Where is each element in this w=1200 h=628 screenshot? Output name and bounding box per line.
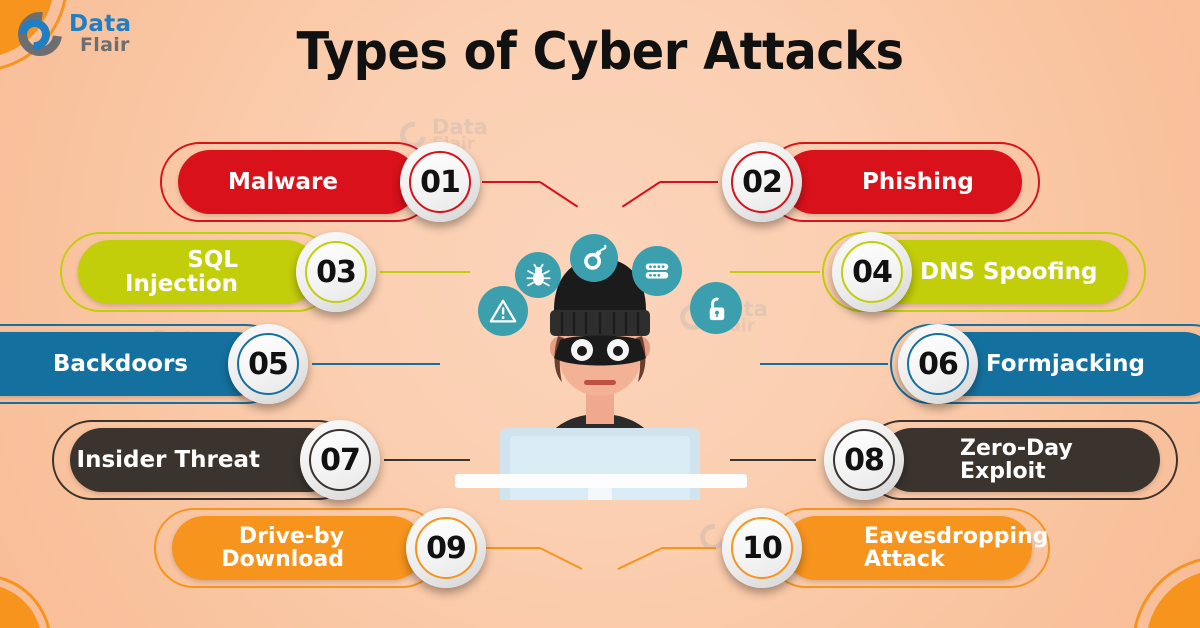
attack-number: 09 bbox=[415, 517, 477, 579]
attack-item-10[interactable]: Eavesdropping Attack 10 bbox=[0, 508, 1200, 588]
attack-pill[interactable]: Zero-Day Exploit bbox=[880, 428, 1160, 492]
attack-number: 05 bbox=[237, 333, 299, 395]
attack-item-06[interactable]: Formjacking 06 bbox=[0, 324, 1200, 404]
attack-number-badge[interactable]: 03 bbox=[296, 232, 376, 312]
connector-diagonal bbox=[617, 547, 663, 570]
attack-number-badge[interactable]: 08 bbox=[824, 420, 904, 500]
attack-number: 06 bbox=[907, 333, 969, 395]
attack-label: Phishing bbox=[862, 168, 974, 195]
attack-number-badge[interactable]: 06 bbox=[898, 324, 978, 404]
attack-number: 10 bbox=[731, 517, 793, 579]
attack-label: Eavesdropping Attack bbox=[864, 523, 1049, 572]
page-title: Types of Cyber Attacks bbox=[296, 22, 904, 82]
attack-number: 01 bbox=[409, 151, 471, 213]
attack-number: 07 bbox=[309, 429, 371, 491]
attack-number: 04 bbox=[841, 241, 903, 303]
attack-number: 08 bbox=[833, 429, 895, 491]
attack-number-badge[interactable]: 09 bbox=[406, 508, 486, 588]
connector-line bbox=[760, 363, 888, 365]
attack-label: DNS Spoofing bbox=[920, 258, 1098, 285]
attack-item-08[interactable]: Zero-Day Exploit 08 bbox=[0, 420, 1200, 500]
attack-label: Formjacking bbox=[986, 350, 1145, 377]
attack-pill[interactable]: Phishing bbox=[782, 150, 1022, 214]
attack-pill[interactable]: Eavesdropping Attack bbox=[784, 516, 1048, 580]
attack-number-badge[interactable]: 10 bbox=[722, 508, 802, 588]
connector-line bbox=[660, 181, 718, 183]
connector-line bbox=[730, 271, 820, 273]
connector-line bbox=[662, 547, 716, 549]
connector-line bbox=[730, 459, 816, 461]
attack-number: 02 bbox=[731, 151, 793, 213]
attack-number-badge[interactable]: 01 bbox=[400, 142, 480, 222]
infographic-canvas: DataFlairDataFlairDataFlairDataFlairData… bbox=[0, 0, 1200, 628]
attack-label: Zero-Day Exploit bbox=[960, 435, 1073, 484]
attack-item-02[interactable]: Phishing 02 bbox=[0, 142, 1200, 222]
attack-number: 03 bbox=[305, 241, 367, 303]
attack-item-04[interactable]: DNS Spoofing 04 bbox=[0, 232, 1200, 312]
attack-number-badge[interactable]: 04 bbox=[832, 232, 912, 312]
corner-ring-bottom-left bbox=[0, 574, 52, 628]
attack-number-badge[interactable]: 02 bbox=[722, 142, 802, 222]
connector-diagonal bbox=[621, 181, 661, 208]
attack-number-badge[interactable]: 07 bbox=[300, 420, 380, 500]
attack-number-badge[interactable]: 05 bbox=[228, 324, 308, 404]
